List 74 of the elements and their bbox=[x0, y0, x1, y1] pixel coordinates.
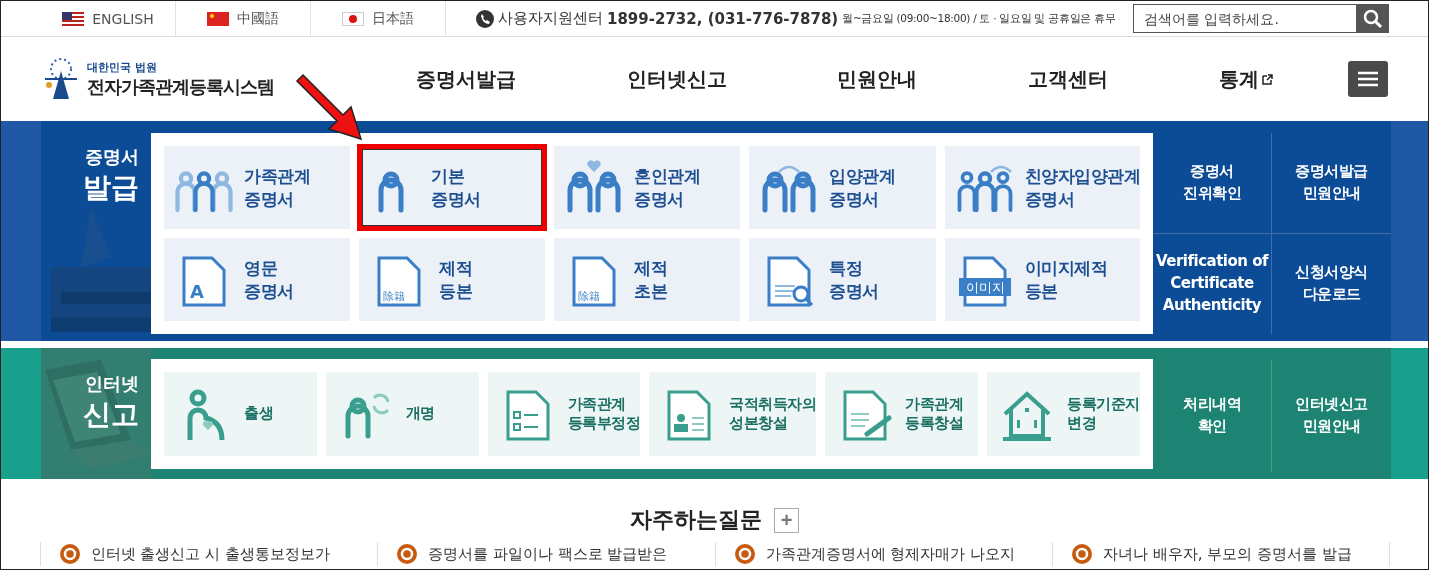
certificate-tile[interactable]: 除籍 제적 초본 bbox=[554, 238, 741, 321]
flag-icon bbox=[62, 11, 85, 26]
certificate-tile[interactable]: 기본 증명서 bbox=[359, 146, 546, 229]
faq-title: 자주하는질문 bbox=[630, 506, 762, 534]
tile-label: 기본 증명서 bbox=[431, 165, 481, 210]
report-tile[interactable]: 가족관계 등록부정정 bbox=[487, 372, 641, 456]
tile-label: 입양관계 증명서 bbox=[829, 165, 896, 210]
nav-link[interactable]: 고객센터 bbox=[1028, 65, 1109, 93]
language-link[interactable]: 中國語 bbox=[176, 1, 311, 37]
tile-label: 가족관계 등록부정정 bbox=[567, 394, 641, 434]
external-link-icon bbox=[1261, 73, 1273, 85]
question-icon bbox=[1071, 543, 1093, 565]
faq-item[interactable]: 증명서를 파일이나 팩스로 발급받은 bbox=[377, 542, 715, 566]
tile-label: 이미지제적 등본 bbox=[1024, 257, 1107, 302]
certificate-tile[interactable]: 혼인관계 증명서 bbox=[554, 146, 741, 229]
tile-label: 가족관계 등록창설 bbox=[905, 394, 964, 434]
language-link[interactable]: 日本語 bbox=[311, 1, 446, 37]
certificate-tile[interactable]: 가족관계 증명서 bbox=[164, 146, 351, 229]
section-link[interactable]: Verification of Certificate Authenticity bbox=[1156, 251, 1268, 317]
tile-label: 특정 증명서 bbox=[829, 257, 879, 302]
tile-label: 제적 등본 bbox=[439, 257, 473, 302]
question-icon bbox=[396, 543, 418, 565]
menu-button[interactable] bbox=[1348, 61, 1388, 97]
flag-icon bbox=[207, 11, 229, 26]
section-title: 증명서 bbox=[85, 145, 139, 169]
support-phone: 1899-2732, (031-776-7878) bbox=[607, 9, 839, 28]
section-link[interactable]: 증명서 진위확인 bbox=[1183, 161, 1241, 205]
phone-icon bbox=[476, 9, 494, 28]
nav-link[interactable]: 민원안내 bbox=[837, 65, 918, 93]
faq-item[interactable]: 가족관계증명서에 형제자매가 나오지 bbox=[714, 542, 1052, 566]
tile-label: 가족관계 증명서 bbox=[244, 165, 310, 210]
tile-label: 출생 bbox=[244, 404, 273, 424]
faq-item[interactable]: 인터넷 출생신고 시 출생통보정보가 bbox=[39, 542, 377, 566]
section-link[interactable]: 인터넷신고 민원안내 bbox=[1295, 394, 1368, 438]
section-title: 신고 bbox=[83, 397, 139, 433]
section-link[interactable]: 처리내역 확인 bbox=[1183, 394, 1241, 438]
certificate-tile[interactable]: 입양관계 증명서 bbox=[749, 146, 936, 229]
nav-link[interactable]: 증명서발급 bbox=[416, 65, 517, 93]
tile-label: 등록기준지 변경 bbox=[1067, 394, 1140, 434]
certificate-tile[interactable]: 특정 증명서 bbox=[749, 238, 936, 321]
report-tile[interactable]: 국적취득자의 성본창설 bbox=[649, 372, 817, 456]
language-link[interactable]: ENGLISH bbox=[41, 1, 176, 37]
support-label: 사용자지원센터 bbox=[498, 9, 603, 28]
certificate-tile[interactable]: 除籍 제적 등본 bbox=[359, 238, 546, 321]
report-tile[interactable]: 출생 bbox=[164, 372, 317, 456]
report-tile[interactable]: 개명 bbox=[325, 372, 479, 456]
question-icon bbox=[733, 543, 756, 565]
certificate-tile[interactable]: 이미지 이미지제적 등본 bbox=[944, 238, 1140, 321]
certificate-tile[interactable]: A 영문 증명서 bbox=[164, 238, 351, 321]
support-hours: 월~금요일 (09:00~18:00) / 토 · 일요일 및 공휴일은 휴무 bbox=[842, 11, 1116, 26]
section-link[interactable]: 증명서발급 민원안내 bbox=[1295, 161, 1368, 205]
menu-icon bbox=[1358, 71, 1378, 87]
logo-subtitle: 대한민국 법원 bbox=[87, 59, 158, 75]
search-field[interactable]: 검색어를 입력하세요. bbox=[1133, 4, 1357, 33]
flag-icon bbox=[342, 11, 364, 26]
section-title: 발급 bbox=[83, 170, 139, 206]
report-tile[interactable]: 등록기준지 변경 bbox=[987, 372, 1140, 456]
faq-item[interactable]: 자녀나 배우자, 부모의 증명서를 발급 bbox=[1052, 542, 1390, 566]
tile-label: 국적취득자의 성본창설 bbox=[729, 394, 817, 434]
tile-label: 혼인관계 증명서 bbox=[634, 165, 701, 210]
report-tile[interactable]: 가족관계 등록창설 bbox=[825, 372, 979, 456]
logo-title: 전자가족관계등록시스템 bbox=[87, 74, 274, 99]
tile-label: 친양자입양관계 증명서 bbox=[1024, 165, 1140, 210]
tile-label: 제적 초본 bbox=[634, 257, 668, 302]
more-button[interactable]: + bbox=[774, 507, 799, 533]
tile-label: 개명 bbox=[405, 404, 435, 424]
search-button[interactable] bbox=[1357, 4, 1389, 33]
tile-label: 영문 증명서 bbox=[244, 257, 294, 302]
nav-link[interactable]: 인터넷신고 bbox=[626, 65, 727, 93]
nav-link[interactable]: 통계 bbox=[1218, 65, 1273, 93]
question-icon bbox=[58, 543, 81, 565]
section-title: 인터넷 bbox=[85, 372, 139, 396]
section-link[interactable]: 신청서양식 다운로드 bbox=[1295, 262, 1368, 306]
certificate-tile[interactable]: 친양자입양관계 증명서 bbox=[944, 146, 1140, 229]
